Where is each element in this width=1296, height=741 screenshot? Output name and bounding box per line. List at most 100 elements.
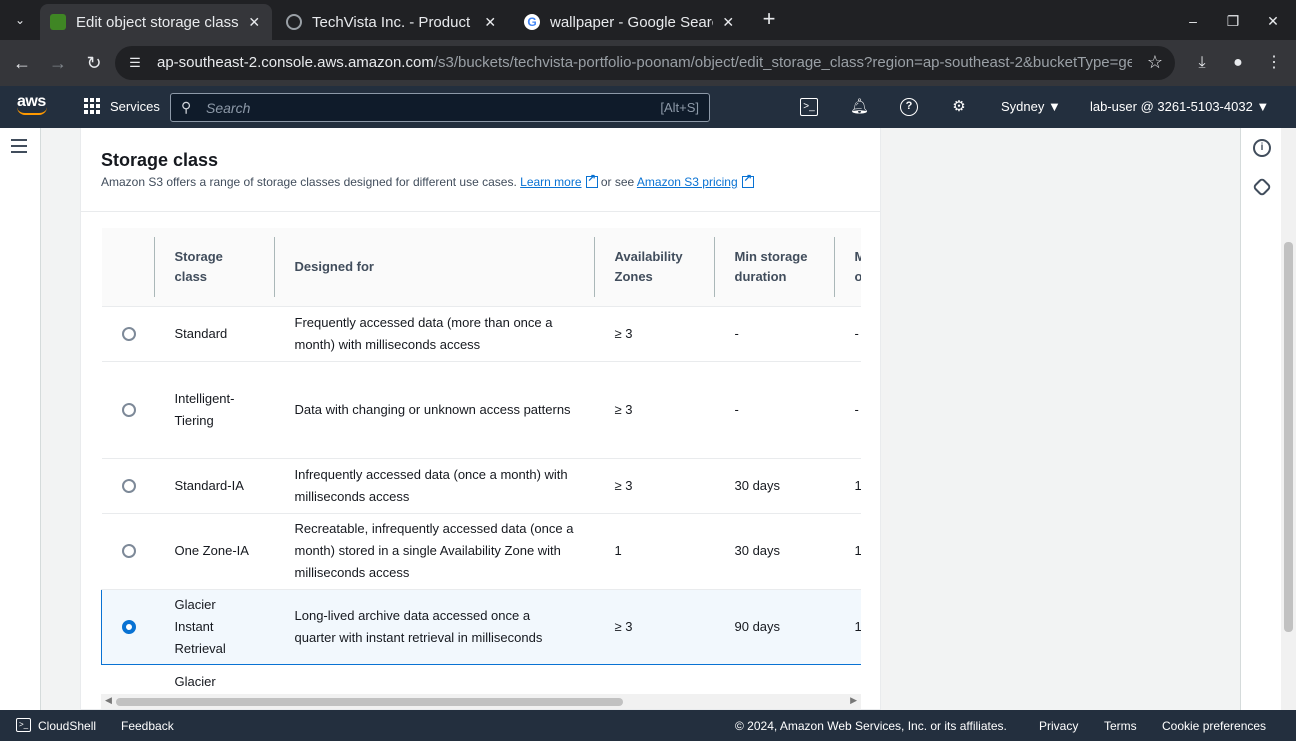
- min-size-cell: [834, 664, 861, 694]
- console-search-input[interactable]: ⚲ Search [Alt+S]: [170, 93, 710, 122]
- privacy-link[interactable]: Privacy: [1039, 719, 1078, 733]
- header-min-storage-duration[interactable]: Min storage duration: [714, 228, 835, 307]
- min-size-cell: 1: [834, 513, 861, 590]
- azs-cell: ≥ 3: [594, 588, 715, 665]
- help-icon[interactable]: ?: [900, 98, 918, 116]
- minimize-icon[interactable]: –: [1182, 10, 1204, 32]
- azs-cell: ≥ 3: [594, 306, 715, 362]
- address-bar[interactable]: ☰ ap-southeast-2.console.aws.amazon.com/…: [115, 46, 1175, 80]
- min-size-cell: 1: [834, 458, 861, 514]
- vertical-scroll-thumb[interactable]: [1284, 242, 1293, 632]
- services-menu-button[interactable]: Services: [84, 98, 160, 114]
- scroll-left-icon[interactable]: ◀: [105, 695, 112, 706]
- min-duration-cell: 30 days: [714, 458, 835, 514]
- learn-more-link[interactable]: Learn more: [520, 175, 581, 189]
- radio-standard[interactable]: [121, 326, 136, 341]
- console-footer: >_ CloudShell Feedback © 2024, Amazon We…: [0, 710, 1296, 741]
- feedback-link[interactable]: Feedback: [121, 719, 174, 733]
- tab-edit-storage-class[interactable]: Edit object storage class ✕: [40, 4, 272, 40]
- table-row-standard[interactable]: Standard Frequently accessed data (more …: [101, 306, 861, 362]
- terms-link[interactable]: Terms: [1104, 719, 1137, 733]
- url-text[interactable]: ap-southeast-2.console.aws.amazon.com/s3…: [157, 54, 1132, 71]
- azs-cell: [594, 664, 715, 694]
- tab-search-button[interactable]: ⌄: [8, 8, 32, 32]
- table-row-one-zone-ia[interactable]: One Zone-IA Recreatable, infrequently ac…: [101, 513, 861, 590]
- globe-icon: [286, 14, 302, 30]
- new-tab-button[interactable]: +: [758, 8, 780, 31]
- min-size-cell: -: [834, 361, 861, 459]
- tab-close-icon[interactable]: ✕: [483, 14, 498, 31]
- min-duration-cell: 90 days: [714, 588, 835, 665]
- min-duration-cell: -: [714, 361, 835, 459]
- back-icon[interactable]: ←: [10, 51, 34, 75]
- designed-for-cell: Infrequently accessed data (once a month…: [274, 458, 595, 514]
- table-row-intelligent-tiering[interactable]: Intelligent-Tiering Data with changing o…: [101, 361, 861, 459]
- page-vertical-scrollbar[interactable]: [1281, 128, 1296, 710]
- close-window-icon[interactable]: ✕: [1262, 10, 1284, 32]
- header-min-billable-size[interactable]: Min billable object size: [834, 228, 861, 307]
- region-selector[interactable]: Sydney ▼: [1001, 99, 1061, 114]
- profile-icon[interactable]: ●: [1226, 51, 1250, 75]
- cloudshell-icon[interactable]: >_: [800, 98, 818, 116]
- reload-icon[interactable]: ↻: [82, 51, 106, 75]
- header-availability-zones[interactable]: Availability Zones: [594, 228, 715, 307]
- min-size-cell: -: [834, 306, 861, 362]
- azs-cell: ≥ 3: [594, 361, 715, 459]
- account-menu[interactable]: lab-user @ 3261-5103-4032 ▼: [1090, 99, 1269, 114]
- restore-icon[interactable]: ❐: [1222, 10, 1244, 32]
- cloudshell-footer-icon[interactable]: >_: [16, 718, 31, 732]
- header-storage-class[interactable]: Storage class: [154, 228, 275, 307]
- chrome-menu-icon[interactable]: ⋮: [1262, 51, 1286, 75]
- radio-standard-ia[interactable]: [121, 478, 136, 493]
- s3-pricing-label: Amazon S3 pricing: [636, 175, 738, 189]
- table-row-glacier-instant-retrieval[interactable]: Glacier Instant Retrieval Long-lived arc…: [101, 588, 861, 665]
- tab-title: Edit object storage class: [76, 13, 239, 31]
- cloudshell-link[interactable]: CloudShell: [38, 719, 96, 733]
- tab-techvista[interactable]: TechVista Inc. - Product P ✕: [276, 4, 508, 40]
- services-label: Services: [110, 98, 160, 114]
- panel-description: Amazon S3 offers a range of storage clas…: [101, 173, 754, 189]
- horizontal-scroll-thumb[interactable]: [116, 698, 623, 706]
- select-cell: [101, 361, 155, 459]
- storage-class-cell: One Zone-IA: [154, 513, 275, 590]
- storage-class-table-container[interactable]: Storage class Designed for Availability …: [101, 228, 861, 694]
- table-horizontal-scrollbar[interactable]: ◀ ▶: [101, 694, 861, 709]
- bookmark-star-icon[interactable]: ☆: [1147, 52, 1163, 73]
- select-cell: [101, 513, 155, 590]
- designed-for-cell: Frequently accessed data (more than once…: [274, 306, 595, 362]
- services-grid-icon: [84, 98, 100, 114]
- tab-google-search[interactable]: G wallpaper - Google Search ✕: [514, 4, 746, 40]
- site-info-icon[interactable]: ☰: [125, 53, 145, 73]
- table-row-glacier[interactable]: Glacier: [101, 664, 861, 694]
- forward-icon[interactable]: →: [46, 51, 70, 75]
- info-icon[interactable]: i: [1253, 139, 1271, 157]
- designed-for-cell: Recreatable, infrequently accessed data …: [274, 513, 595, 590]
- header-designed-for[interactable]: Designed for: [274, 228, 595, 307]
- aws-logo[interactable]: aws: [17, 94, 51, 120]
- tab-title: wallpaper - Google Search: [550, 13, 713, 31]
- aws-top-nav: aws Services ⚲ Search [Alt+S] >_ 🔔︎ ? ⚙ …: [0, 86, 1296, 128]
- hamburger-menu-icon[interactable]: [11, 139, 27, 153]
- settings-gear-icon[interactable]: ⚙: [950, 98, 968, 116]
- search-placeholder: Search: [206, 100, 251, 116]
- radio-glacier-instant-retrieval[interactable]: [122, 619, 136, 634]
- storage-class-cell: Glacier Instant Retrieval: [154, 588, 275, 665]
- download-icon[interactable]: ⤓: [1190, 51, 1214, 75]
- table-row-standard-ia[interactable]: Standard-IA Infrequently accessed data (…: [101, 458, 861, 514]
- radio-one-zone-ia[interactable]: [121, 544, 136, 558]
- designed-for-cell: Data with changing or unknown access pat…: [274, 361, 595, 459]
- s3-favicon-icon: [50, 14, 66, 30]
- select-cell: [101, 588, 155, 665]
- tab-title: TechVista Inc. - Product P: [312, 13, 475, 31]
- select-cell: [101, 664, 155, 694]
- s3-pricing-link[interactable]: Amazon S3 pricing: [637, 175, 738, 189]
- feature-hex-icon[interactable]: [1252, 177, 1272, 197]
- designed-for-cell: [274, 664, 595, 694]
- scroll-right-icon[interactable]: ▶: [850, 695, 857, 706]
- notifications-bell-icon[interactable]: 🔔︎: [850, 98, 869, 116]
- radio-intelligent-tiering[interactable]: [121, 402, 136, 417]
- tab-close-icon[interactable]: ✕: [247, 14, 262, 31]
- table-header-row: Storage class Designed for Availability …: [101, 228, 861, 307]
- cookie-preferences-link[interactable]: Cookie preferences: [1162, 719, 1266, 733]
- tab-close-icon[interactable]: ✕: [721, 14, 736, 31]
